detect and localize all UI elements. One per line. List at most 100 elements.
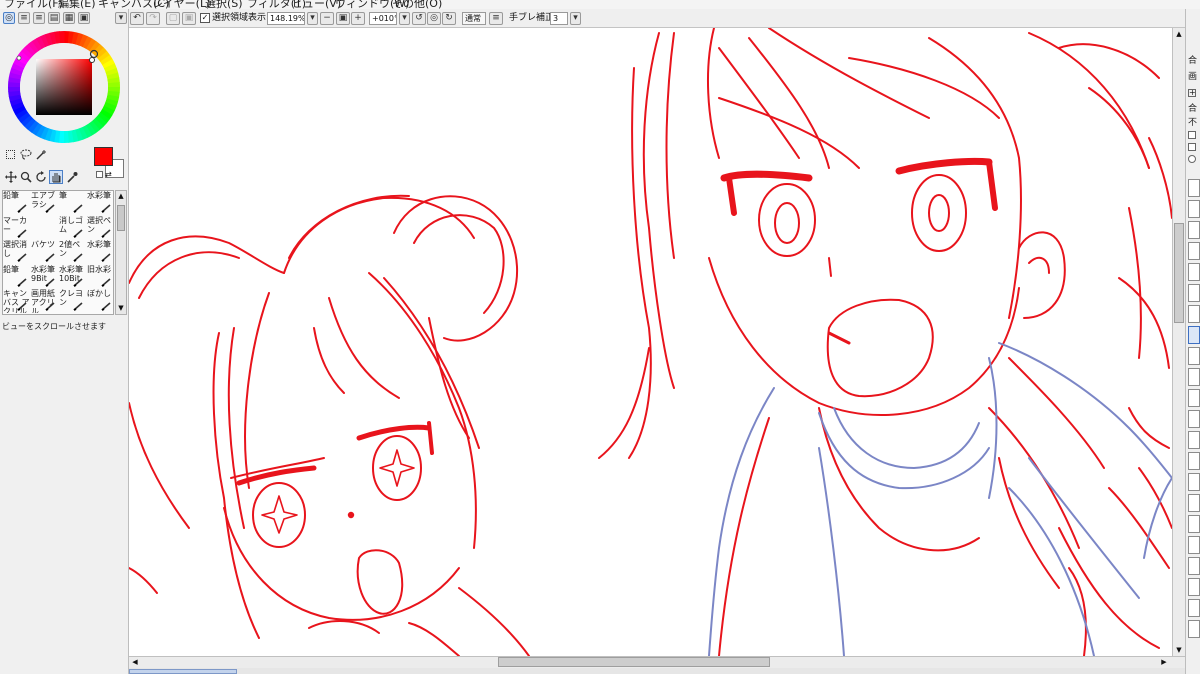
layer-row[interactable]: [1188, 221, 1200, 239]
layer-row[interactable]: [1188, 494, 1200, 512]
layer-row[interactable]: [1188, 284, 1200, 302]
menu-file[interactable]: ファイル(F): [4, 0, 63, 9]
brush-slot[interactable]: バケツ: [31, 240, 58, 264]
invert-selection-icon[interactable]: ▣: [182, 12, 196, 25]
hand-tool-icon[interactable]: [49, 170, 63, 184]
brush-slot[interactable]: 選択消し: [3, 240, 30, 264]
layer-row[interactable]: [1188, 599, 1200, 617]
rotation-dropdown-icon[interactable]: ▾: [399, 12, 410, 25]
horizontal-scroll-thumb[interactable]: [498, 657, 770, 667]
rotate-icon[interactable]: [35, 171, 47, 183]
redo-icon[interactable]: ↷: [146, 12, 160, 25]
swap-colors-icon[interactable]: ⇄: [105, 171, 112, 179]
brush-slot[interactable]: ぼかし: [87, 289, 114, 313]
scroll-up-icon[interactable]: ▲: [1174, 29, 1184, 39]
layer-row[interactable]: [1188, 536, 1200, 554]
scroll-down-icon[interactable]: ▼: [1174, 645, 1184, 655]
panel-scroll-icon[interactable]: ▾: [115, 12, 127, 24]
brush-slot[interactable]: 水彩筆: [87, 191, 114, 215]
layer-row[interactable]: [1188, 452, 1200, 470]
layer-row[interactable]: [1188, 578, 1200, 596]
brush-slot[interactable]: キャンバス アクリル: [3, 289, 30, 313]
brush-slot[interactable]: 鉛筆: [3, 191, 30, 215]
color-wheel[interactable]: [8, 31, 120, 143]
add-icon[interactable]: +: [1188, 89, 1196, 97]
canvas-vertical-scrollbar[interactable]: ▲ ▼: [1172, 28, 1185, 656]
main-color-swatch[interactable]: [94, 147, 113, 166]
brush-palette-scrollbar[interactable]: ▲ ▼: [115, 190, 127, 315]
rotate-right-icon[interactable]: ↻: [442, 12, 456, 25]
layer-row[interactable]: [1188, 242, 1200, 260]
layer-row[interactable]: [1188, 200, 1200, 218]
rect-select-icon[interactable]: [6, 150, 15, 159]
rgb-slider-tab-icon[interactable]: ≡: [18, 12, 30, 24]
transparent-color-icon[interactable]: [96, 171, 103, 178]
vertical-scroll-thumb[interactable]: [1174, 223, 1184, 323]
sv-marker-icon[interactable]: [89, 57, 95, 63]
blend-mode-select[interactable]: 通常: [462, 12, 486, 25]
move-icon[interactable]: [5, 171, 17, 183]
zoom-icon[interactable]: [20, 171, 32, 183]
magic-wand-icon[interactable]: [35, 149, 47, 160]
brush-slot[interactable]: [31, 216, 58, 240]
menu-view[interactable]: ビュー(V): [292, 0, 341, 9]
layer-row[interactable]: [1188, 473, 1200, 491]
layer-row[interactable]: [1188, 347, 1200, 365]
zoom-in-icon[interactable]: +: [351, 12, 365, 25]
brush-slot[interactable]: 筆: [59, 191, 86, 215]
layer-row[interactable]: [1188, 263, 1200, 281]
color-mix-tab-icon[interactable]: ▤: [48, 12, 60, 24]
scroll-right-icon[interactable]: ▶: [1159, 657, 1169, 667]
brush-slot[interactable]: 2値ペン: [59, 240, 86, 264]
selection-display-checkbox[interactable]: ✓: [200, 13, 210, 23]
undo-icon[interactable]: ↶: [130, 12, 144, 25]
zoom-fit-icon[interactable]: ▣: [336, 12, 350, 25]
zoom-field[interactable]: 148.19%: [267, 12, 305, 25]
layer-row[interactable]: [1188, 389, 1200, 407]
menu-edit[interactable]: 編集(E): [58, 0, 96, 9]
lasso-icon[interactable]: [20, 149, 32, 160]
brush-slot[interactable]: 選択ペン: [87, 216, 114, 240]
brush-slot[interactable]: 消しゴム: [59, 216, 86, 240]
zoom-out-icon[interactable]: −: [320, 12, 334, 25]
brush-slot[interactable]: 水彩筆 9Bit: [31, 265, 58, 289]
menu-layer[interactable]: レイヤー(L): [152, 0, 210, 9]
hsv-slider-tab-icon[interactable]: ≡: [33, 12, 45, 24]
brush-slot[interactable]: 鉛筆: [3, 265, 30, 289]
scratchpad-tab-icon[interactable]: ▣: [78, 12, 90, 24]
stabilizer-select[interactable]: 3: [550, 12, 568, 25]
rotate-left-icon[interactable]: ↺: [412, 12, 426, 25]
scroll-left-icon[interactable]: ◀: [130, 657, 140, 667]
layer-row[interactable]: [1188, 326, 1200, 344]
layer-row[interactable]: [1188, 515, 1200, 533]
brush-slot[interactable]: 水彩筆: [87, 240, 114, 264]
layer-row[interactable]: [1188, 431, 1200, 449]
layer-row[interactable]: [1188, 305, 1200, 323]
stabilizer-dropdown-icon[interactable]: ▾: [570, 12, 581, 25]
document-tab[interactable]: [129, 669, 237, 674]
drawing-canvas[interactable]: [129, 28, 1172, 656]
layer-row[interactable]: [1188, 179, 1200, 197]
brush-slot[interactable]: クレヨン: [59, 289, 86, 313]
brush-slot[interactable]: 旧水彩: [87, 265, 114, 289]
layer-row[interactable]: [1188, 368, 1200, 386]
menu-select[interactable]: 選択(S): [205, 0, 243, 9]
brush-slot[interactable]: マーカー: [3, 216, 30, 240]
layer-row[interactable]: [1188, 410, 1200, 428]
menu-other[interactable]: その他(O): [392, 0, 442, 9]
deselect-icon[interactable]: ▢: [166, 12, 180, 25]
rotation-field[interactable]: +010°: [369, 12, 397, 25]
swatches-tab-icon[interactable]: ▦: [63, 12, 75, 24]
layer-row[interactable]: [1188, 620, 1200, 638]
brush-slot[interactable]: 水彩筆 10Bit: [59, 265, 86, 289]
option-checkbox[interactable]: [1188, 131, 1196, 139]
flip-icon[interactable]: ≡: [489, 12, 503, 25]
layer-row[interactable]: [1188, 557, 1200, 575]
eyedropper-icon[interactable]: [66, 171, 78, 183]
color-wheel-tab-icon[interactable]: ◎: [3, 12, 15, 24]
option-radio[interactable]: [1188, 155, 1196, 163]
option-checkbox[interactable]: [1188, 143, 1196, 151]
rotate-reset-icon[interactable]: ◎: [427, 12, 441, 25]
brush-palette-scroll-thumb[interactable]: [117, 205, 125, 231]
brush-slot[interactable]: 画用紙 アクリル: [31, 289, 58, 313]
